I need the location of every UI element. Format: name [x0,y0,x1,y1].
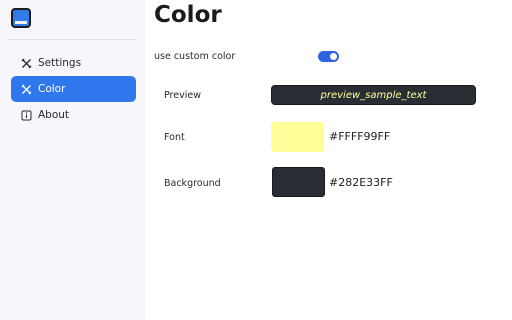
settings-icon [20,57,32,69]
sidebar-item-color[interactable]: Color [11,76,136,102]
app-window: Settings Color About Color use custom co… [0,0,512,320]
sidebar: Settings Color About [0,0,145,320]
preview-label: Preview [164,90,201,101]
custom-color-toggle[interactable] [318,51,339,62]
sidebar-item-label: About [38,109,70,121]
info-icon [20,109,32,121]
color-icon [20,83,32,95]
preview-text: preview_sample_text [320,89,427,101]
sidebar-nav: Settings Color About [11,50,136,128]
toggle-knob [330,53,337,60]
background-color-value: #282E33FF [329,176,393,189]
custom-color-label: use custom color [154,51,236,62]
app-logo-bar [15,21,27,24]
main-content: Color use custom color Preview preview_s… [145,0,512,320]
sidebar-item-label: Settings [38,57,82,69]
font-color-value: #FFFF99FF [329,130,391,143]
font-color-swatch[interactable] [271,122,324,152]
background-color-label: Background [164,178,221,189]
page-title: Color [154,2,222,28]
app-logo-icon [11,8,31,28]
preview-box: preview_sample_text [271,85,476,105]
font-color-label: Font [164,132,185,143]
sidebar-item-label: Color [38,83,66,95]
sidebar-item-settings[interactable]: Settings [11,50,136,76]
sidebar-item-about[interactable]: About [11,102,136,128]
sidebar-divider [8,39,137,40]
background-color-swatch[interactable] [272,167,325,197]
